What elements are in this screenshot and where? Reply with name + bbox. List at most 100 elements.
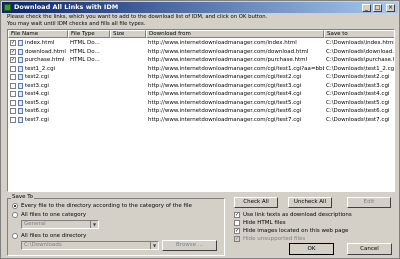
save-to-cell: C:\Downloads\index.html bbox=[326, 40, 395, 46]
title-bar[interactable]: Download All Links with IDM _ □ × bbox=[2, 2, 398, 13]
row-checkbox[interactable] bbox=[10, 74, 16, 80]
file-icon bbox=[18, 116, 23, 123]
list-item[interactable]: test6.cgi http://www.internetdownloadmana… bbox=[8, 107, 394, 116]
hide-html-label: Hide HTML files bbox=[243, 220, 286, 226]
download-from-cell: http://www.internetdownloadmanager.com/c… bbox=[148, 74, 302, 80]
browse-button[interactable]: Browse ... bbox=[162, 240, 217, 251]
list-item[interactable]: test5.cgi http://www.internetdownloadmana… bbox=[8, 99, 394, 108]
column-header-download-from[interactable]: Download from bbox=[146, 30, 324, 38]
row-checkbox[interactable]: ✓ bbox=[10, 48, 16, 55]
minimize-button[interactable]: _ bbox=[362, 4, 371, 12]
idm-app-icon bbox=[4, 4, 11, 11]
list-item[interactable]: test4.cgi http://www.internetdownloadmana… bbox=[8, 90, 394, 99]
download-from-cell: http://www.internetdownloadmanager.com/c… bbox=[148, 82, 302, 89]
file-icon bbox=[18, 48, 23, 55]
file-icon bbox=[18, 99, 23, 106]
hide-unsupported-checkbox[interactable]: ✓ bbox=[234, 236, 240, 242]
download-from-cell: http://www.internetdownloadmanager.com/c… bbox=[148, 65, 324, 72]
radio-one-directory-label: All files to one directory bbox=[21, 233, 87, 239]
hide-html-checkbox[interactable] bbox=[234, 220, 240, 226]
directory-select-value: C:\Downloads bbox=[24, 242, 62, 248]
file-icon bbox=[18, 40, 23, 46]
file-name-cell: test5.cgi bbox=[25, 99, 49, 106]
download-from-cell: http://www.internetdownloadmanager.com/d… bbox=[148, 48, 309, 55]
row-checkbox[interactable] bbox=[10, 82, 16, 89]
save-to-cell: C:\Downloads\test3.cgi bbox=[326, 82, 390, 89]
list-item[interactable]: ✓ purchase.html HTML Do... http://www.inter… bbox=[8, 56, 394, 65]
file-type-cell: HTML Do... bbox=[70, 57, 100, 63]
ok-button[interactable]: OK bbox=[289, 243, 334, 255]
column-header-save-to[interactable]: Save to bbox=[324, 30, 394, 38]
column-header-file-type[interactable]: File Type bbox=[68, 30, 110, 38]
hide-unsupported-label: Hide unsupported files bbox=[243, 236, 306, 242]
file-name-cell: test7.cgi bbox=[25, 116, 49, 123]
chevron-down-icon: ▼ bbox=[150, 242, 158, 249]
file-icon bbox=[18, 108, 23, 114]
column-header-size[interactable]: Size bbox=[110, 30, 146, 38]
list-item[interactable]: test7.cgi http://www.internetdownloadmana… bbox=[8, 116, 394, 125]
category-select-value: General bbox=[24, 221, 46, 227]
row-checkbox[interactable] bbox=[10, 99, 16, 106]
download-from-cell: http://www.internetdownloadmanager.com/c… bbox=[148, 116, 302, 123]
file-icon bbox=[18, 57, 23, 63]
column-header-file-name[interactable]: File Name bbox=[8, 30, 68, 38]
use-link-texts-checkbox[interactable]: ✓ bbox=[234, 212, 240, 218]
download-all-links-dialog: Download All Links with IDM _ □ × Please… bbox=[0, 0, 400, 259]
radio-by-category[interactable] bbox=[12, 203, 18, 209]
row-checkbox[interactable] bbox=[10, 65, 16, 72]
file-type-cell: HTML Do... bbox=[70, 48, 100, 55]
save-to-cell: C:\Downloads\download.html bbox=[326, 48, 394, 55]
use-link-texts-label: Use link texts as download descriptions bbox=[243, 212, 352, 218]
edit-button[interactable]: Edit bbox=[347, 197, 391, 208]
check-all-button[interactable]: Check All bbox=[234, 197, 278, 208]
download-from-cell: http://www.internetdownloadmanager.com/c… bbox=[148, 91, 302, 97]
cancel-button[interactable]: Cancel bbox=[347, 243, 392, 255]
file-type-cell: HTML Do... bbox=[70, 40, 100, 46]
radio-one-category-label: All files to one category bbox=[21, 212, 87, 218]
file-name-cell: purchase.html bbox=[25, 57, 65, 63]
save-to-cell: C:\Downloads\test5.cgi bbox=[326, 99, 390, 106]
list-item[interactable]: ✓ index.html HTML Do... http://www.internet… bbox=[8, 39, 394, 48]
close-button[interactable]: × bbox=[386, 4, 395, 12]
file-icon bbox=[18, 82, 23, 89]
file-icon bbox=[18, 91, 23, 97]
directory-select[interactable]: C:\Downloads ▼ bbox=[21, 241, 159, 250]
row-checkbox[interactable] bbox=[10, 108, 16, 114]
list-item[interactable]: test3.cgi http://www.internetdownloadmana… bbox=[8, 82, 394, 91]
file-icon bbox=[18, 65, 23, 72]
list-item[interactable]: test2.cgi http://www.internetdownloadmana… bbox=[8, 73, 394, 82]
uncheck-all-button[interactable]: Uncheck All bbox=[288, 197, 332, 208]
file-name-cell: test2.cgi bbox=[25, 74, 49, 80]
file-name-cell: download.html bbox=[25, 48, 66, 55]
radio-one-directory[interactable] bbox=[12, 233, 18, 239]
save-to-cell: C:\Downloads\purchase.html bbox=[326, 57, 394, 63]
row-checkbox[interactable]: ✓ bbox=[10, 57, 16, 63]
file-name-cell: test3.cgi bbox=[25, 82, 49, 89]
row-checkbox[interactable]: ✓ bbox=[10, 40, 16, 46]
links-list[interactable]: File Name File Type Size Download from S… bbox=[7, 29, 395, 192]
list-item[interactable]: test1_2.cgi http://www.internetdownloadma… bbox=[8, 65, 394, 74]
file-name-cell: test6.cgi bbox=[25, 108, 49, 114]
list-item[interactable]: ✓ download.html HTML Do... http://www.inter… bbox=[8, 48, 394, 57]
hide-images-checkbox[interactable]: ✓ bbox=[234, 228, 240, 234]
hide-images-label: Hide images located on this web page bbox=[243, 228, 349, 234]
file-name-cell: test4.cgi bbox=[25, 91, 49, 97]
file-icon bbox=[18, 74, 23, 80]
download-from-cell: http://www.internetdownloadmanager.com/c… bbox=[148, 99, 302, 106]
save-to-cell: C:\Downloads\test4.cgi bbox=[326, 91, 390, 97]
download-from-cell: http://www.internetdownloadmanager.com/p… bbox=[148, 57, 308, 63]
maximize-button[interactable]: □ bbox=[373, 4, 382, 12]
window-title: Download All Links with IDM bbox=[14, 3, 119, 11]
category-select[interactable]: General ▼ bbox=[21, 220, 99, 229]
radio-one-category[interactable] bbox=[12, 212, 18, 218]
file-name-cell: index.html bbox=[25, 40, 55, 46]
row-checkbox[interactable] bbox=[10, 91, 16, 97]
save-to-cell: C:\Downloads\test2.cgi bbox=[326, 74, 390, 80]
save-to-cell: C:\Downloads\test1_2.cgi bbox=[326, 65, 395, 72]
row-checkbox[interactable] bbox=[10, 116, 16, 123]
chevron-down-icon: ▼ bbox=[90, 221, 98, 228]
download-from-cell: http://www.internetdownloadmanager.com/i… bbox=[148, 40, 297, 46]
save-to-cell: C:\Downloads\test6.cgi bbox=[326, 108, 390, 114]
radio-by-category-label: Every file to the directory according to… bbox=[21, 203, 192, 209]
instruction-text-line1: Please check the links, which you want t… bbox=[7, 14, 268, 20]
